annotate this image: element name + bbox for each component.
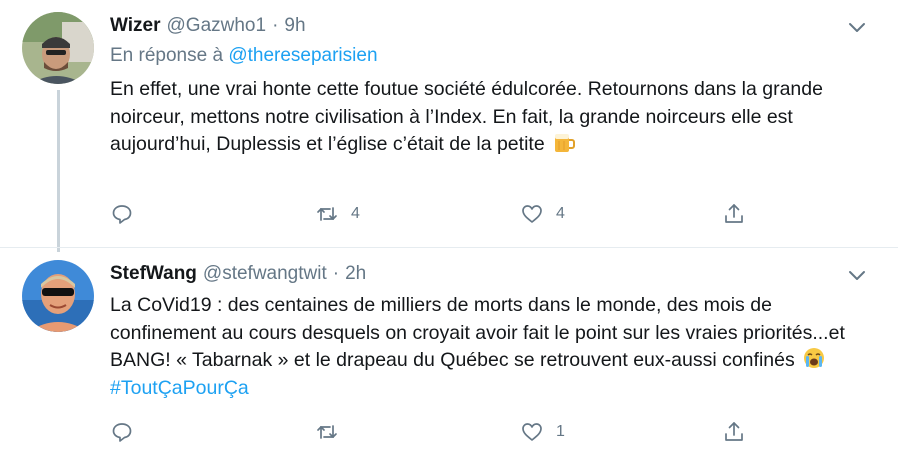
- avatar[interactable]: [22, 260, 94, 332]
- like-count: 1: [556, 423, 565, 440]
- reply-button[interactable]: [110, 200, 134, 228]
- retweet-count: 4: [351, 205, 360, 222]
- tweet-actions: 1: [110, 418, 760, 446]
- share-upload-icon: [725, 204, 743, 223]
- tweet-content: StefWang @stefwangtwit · 2h La CoVid19 :…: [110, 260, 868, 402]
- speech-bubble-icon: [112, 205, 132, 224]
- retweet-arrows-icon: [317, 425, 337, 439]
- speech-bubble-icon: [112, 423, 132, 442]
- retweet-arrows-icon: [317, 207, 337, 221]
- retweet-button[interactable]: [315, 418, 351, 446]
- share-upload-icon: [725, 422, 743, 441]
- heart-icon: [522, 423, 542, 441]
- chevron-down-icon[interactable]: [846, 266, 868, 286]
- tweet-body: La CoVid19 : des centaines de milliers d…: [110, 294, 845, 371]
- tweet-actions: 4 4: [110, 200, 760, 228]
- heart-icon: [522, 205, 542, 223]
- retweet-button[interactable]: 4: [315, 200, 360, 228]
- timestamp[interactable]: 2h: [345, 260, 366, 288]
- like-button[interactable]: 4: [520, 200, 565, 228]
- crying-face-emoji: [802, 347, 826, 369]
- tweet[interactable]: Wizer @Gazwho1 · 9h En réponse à @theres…: [0, 0, 898, 252]
- like-count: 4: [556, 205, 565, 222]
- tweet-body: En effet, une vrai honte cette foutue so…: [110, 78, 823, 155]
- beer-mug-emoji: [552, 131, 576, 153]
- tweet-header: Wizer @Gazwho1 · 9h: [110, 12, 868, 40]
- reply-button[interactable]: [110, 418, 134, 446]
- display-name[interactable]: Wizer: [110, 12, 161, 40]
- display-name[interactable]: StefWang: [110, 260, 197, 288]
- tweet-text: La CoVid19 : des centaines de milliers d…: [110, 292, 868, 402]
- timestamp[interactable]: 9h: [284, 12, 305, 40]
- separator-dot: ·: [272, 15, 279, 36]
- avatar[interactable]: [22, 12, 94, 84]
- chevron-down-icon[interactable]: [846, 18, 868, 38]
- user-handle[interactable]: @Gazwho1: [167, 12, 267, 40]
- share-button[interactable]: [722, 200, 746, 228]
- share-button[interactable]: [722, 418, 746, 446]
- tweet-content: Wizer @Gazwho1 · 9h En réponse à @theres…: [110, 12, 868, 159]
- separator-dot: ·: [332, 263, 340, 284]
- like-button[interactable]: 1: [520, 418, 565, 446]
- tweet-header: StefWang @stefwangtwit · 2h: [110, 260, 868, 288]
- tweet-text: En effet, une vrai honte cette foutue so…: [110, 76, 868, 159]
- user-handle[interactable]: @stefwangtwit: [203, 260, 327, 288]
- thread-connector: [57, 90, 60, 252]
- hashtag-link[interactable]: #ToutÇaPourÇa: [110, 377, 249, 399]
- tweet[interactable]: StefWang @stefwangtwit · 2h La CoVid19 :…: [0, 247, 898, 464]
- reply-context: En réponse à @thereseparisien: [110, 42, 868, 70]
- reply-prefix: En réponse à: [110, 45, 224, 66]
- reply-mention-link[interactable]: @thereseparisien: [228, 45, 377, 66]
